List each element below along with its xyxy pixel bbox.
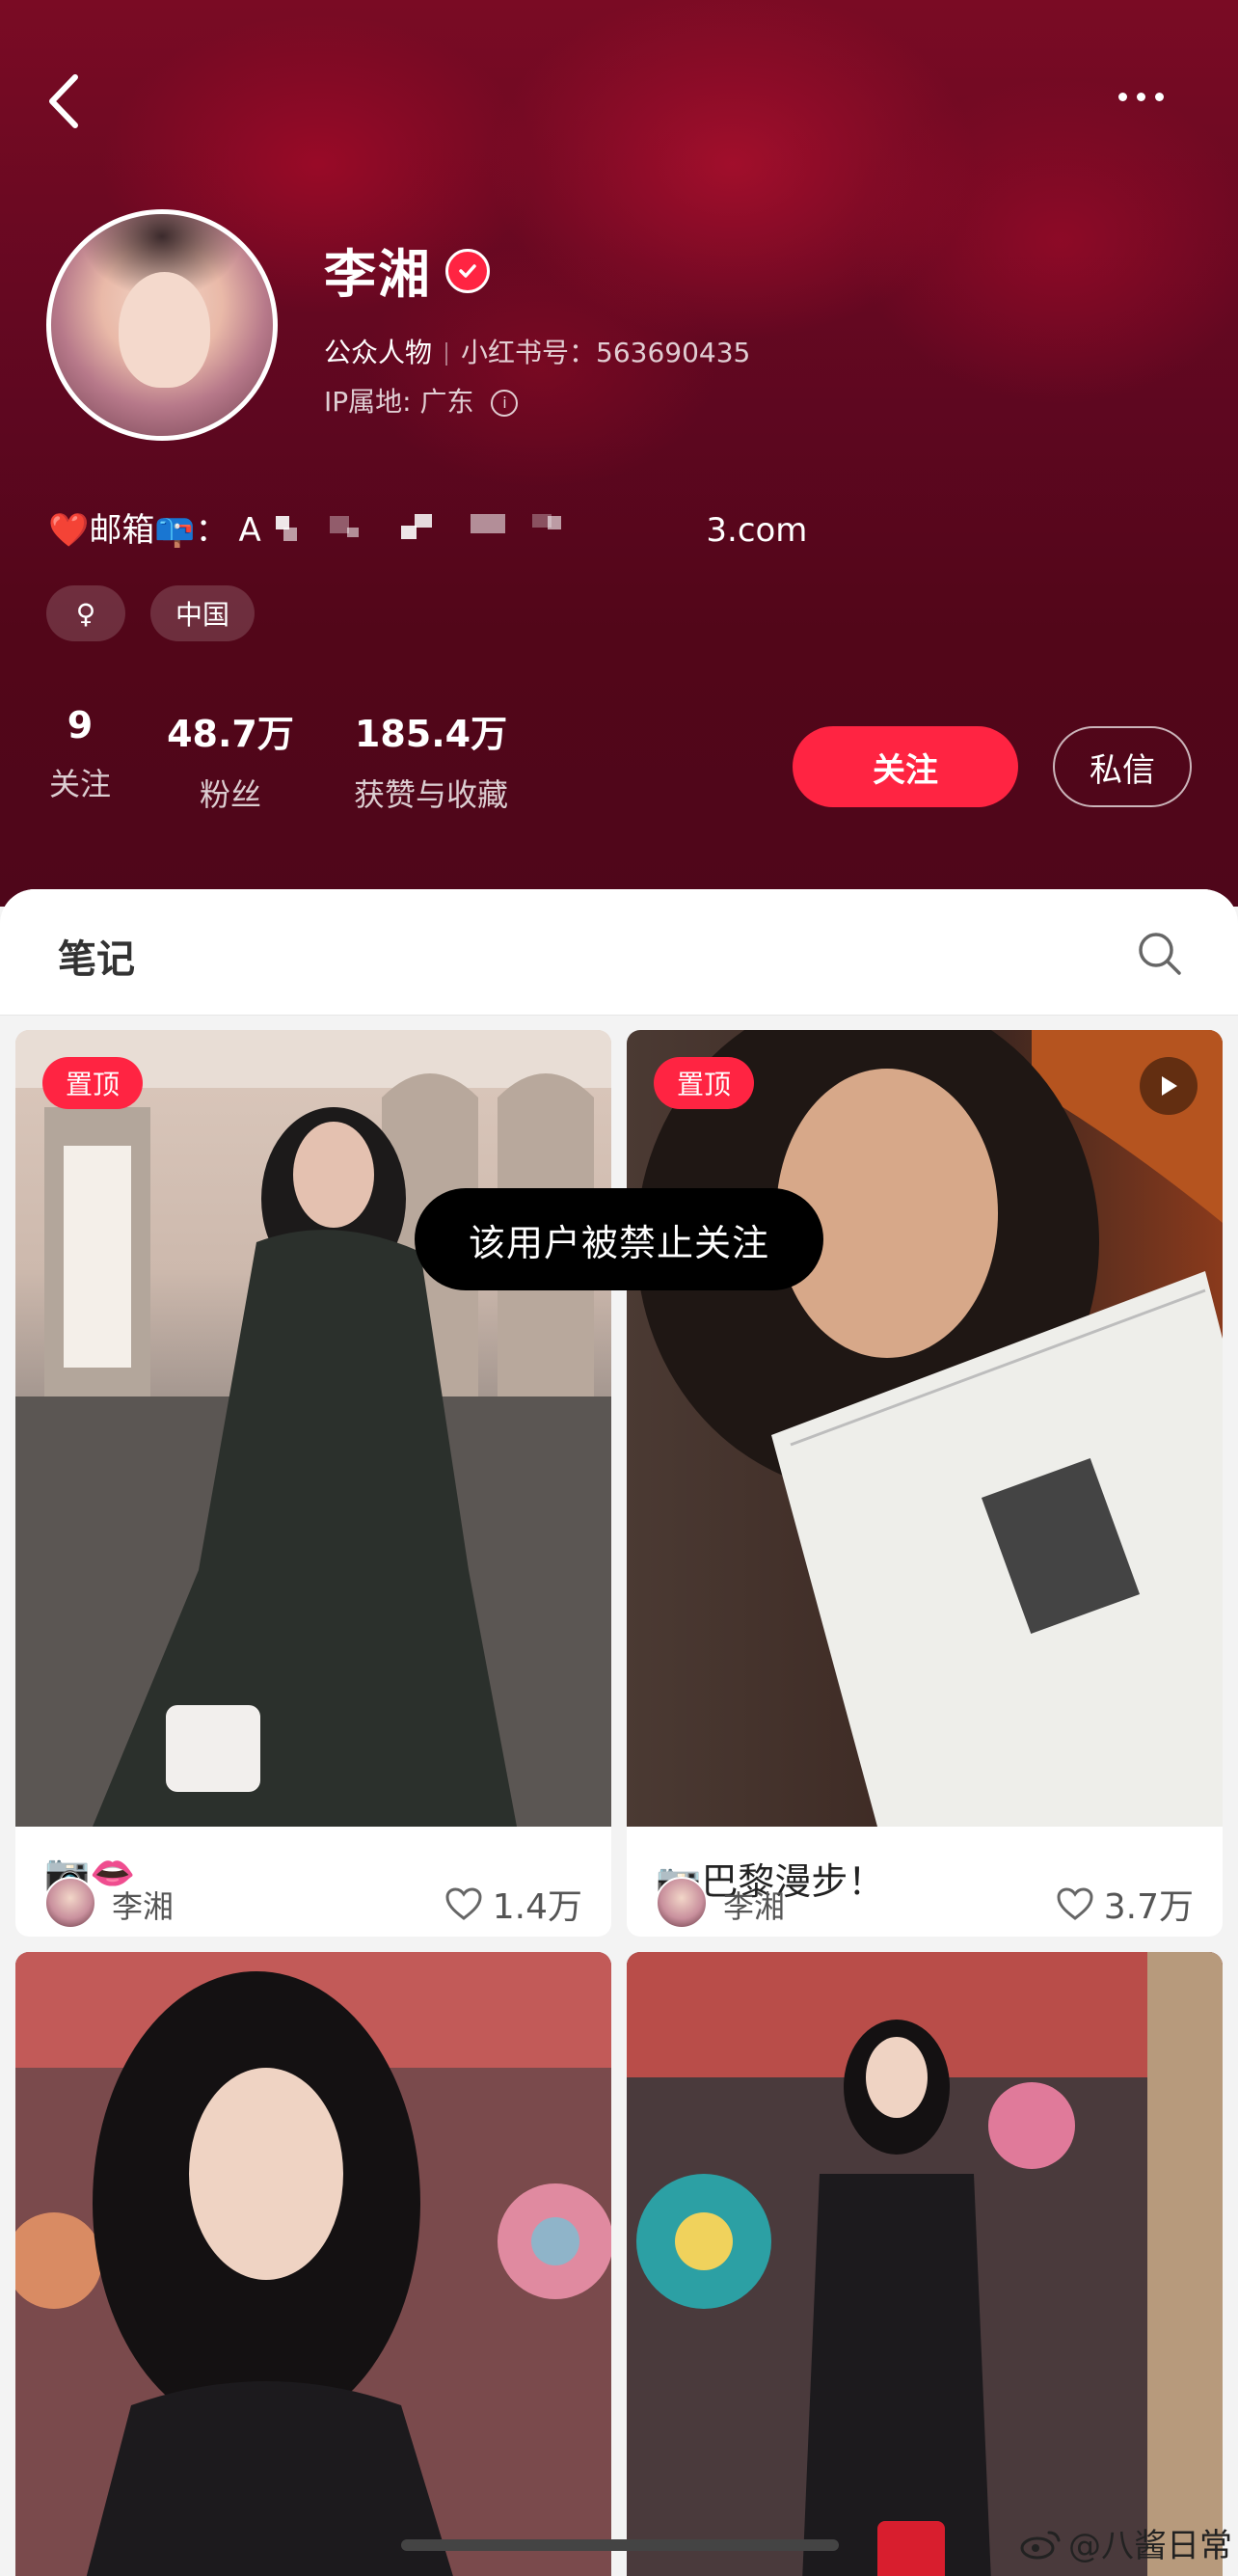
bio-partial-start: A [238,511,261,550]
verified-badge-icon [445,249,490,293]
profile-id-value: 563690435 [596,337,751,368]
like-count[interactable]: 3.7万 [1056,1879,1194,1929]
stat-likes[interactable]: 185.4万 获赞与收藏 [341,704,521,815]
profile-header: 李湘 公众人物 小红书号：563690435 IP属地: 广东 i ❤️邮箱📪： A… [0,0,1238,907]
redaction-mosaic [272,508,696,556]
pinned-badge: 置顶 [654,1057,754,1109]
stat-following[interactable]: 9 关注 [46,704,114,804]
weibo-logo-icon [1020,2531,1061,2559]
profile-bio: ❤️邮箱📪： A 3.com [48,503,807,556]
notes-panel: 笔记 置顶 📷👄 李湘 1.4万 置顶 📷巴黎漫步！ 李湘 3.7万 [0,889,1238,2576]
likes-count: 185.4万 [354,713,508,755]
profile-meta: 公众人物 小红书号：563690435 [324,332,750,370]
likes-label: 获赞与收藏 [353,776,508,813]
following-label: 关注 [48,766,111,802]
watermark-text: @八酱日常 [1068,2527,1232,2565]
note-cover-image [15,1952,611,2576]
back-button[interactable] [39,68,96,135]
region-tag: 中国 [150,585,255,641]
note-cover-image [627,1952,1223,2576]
message-button[interactable]: 私信 [1053,726,1192,807]
like-count-text: 3.7万 [1103,1887,1194,1927]
watermark: @八酱日常 [1020,2519,1232,2566]
toast-message: 该用户被禁止关注 [415,1188,823,1290]
note-author[interactable]: 李湘 [112,1883,174,1927]
like-count-text: 1.4万 [492,1887,582,1927]
author-avatar[interactable] [44,1877,96,1929]
more-options-button[interactable] [1118,77,1186,116]
search-button[interactable] [1136,930,1184,978]
back-arrow-icon [49,74,78,128]
info-icon[interactable]: i [491,390,519,417]
fans-label: 粉丝 [199,776,261,813]
profile-category: 公众人物 [324,337,433,368]
note-card[interactable]: 置顶 📷巴黎漫步！ 李湘 3.7万 [627,1030,1223,1937]
fans-count: 48.7万 [167,713,294,755]
gender-tag: ♀ [46,585,125,641]
tab-notes[interactable]: 笔记 [58,928,135,984]
author-avatar[interactable] [656,1877,708,1929]
search-icon [1139,933,1181,975]
profile-name: 李湘 [324,244,432,305]
more-dot-icon [1118,92,1127,101]
profile-id-label: 小红书号： [461,337,597,368]
avatar[interactable] [46,209,278,441]
note-cover-image [15,1030,611,1827]
bio-text: ❤️邮箱📪： [48,511,229,550]
note-card[interactable] [627,1952,1223,2576]
like-count[interactable]: 1.4万 [444,1879,582,1929]
heart-icon [445,1887,482,1920]
pinned-badge: 置顶 [42,1057,143,1109]
note-card[interactable] [15,1952,611,2576]
tab-bar: 笔记 [0,889,1238,1016]
ip-location: IP属地: 广东 i [324,381,519,420]
more-dot-icon [1137,92,1145,101]
note-card[interactable]: 置顶 📷👄 李湘 1.4万 [15,1030,611,1937]
ip-location-text: IP属地: 广东 [324,386,474,418]
following-count: 9 [67,704,94,746]
stat-fans[interactable]: 48.7万 粉丝 [160,704,301,815]
home-indicator[interactable] [401,2539,839,2551]
heart-icon [1057,1887,1093,1920]
note-author[interactable]: 李湘 [723,1883,785,1927]
bio-partial-end: 3.com [706,511,808,550]
follow-button[interactable]: 关注 [793,726,1018,807]
video-play-icon [1140,1057,1198,1115]
more-dot-icon [1155,92,1164,101]
note-cover-image [627,1030,1223,1827]
